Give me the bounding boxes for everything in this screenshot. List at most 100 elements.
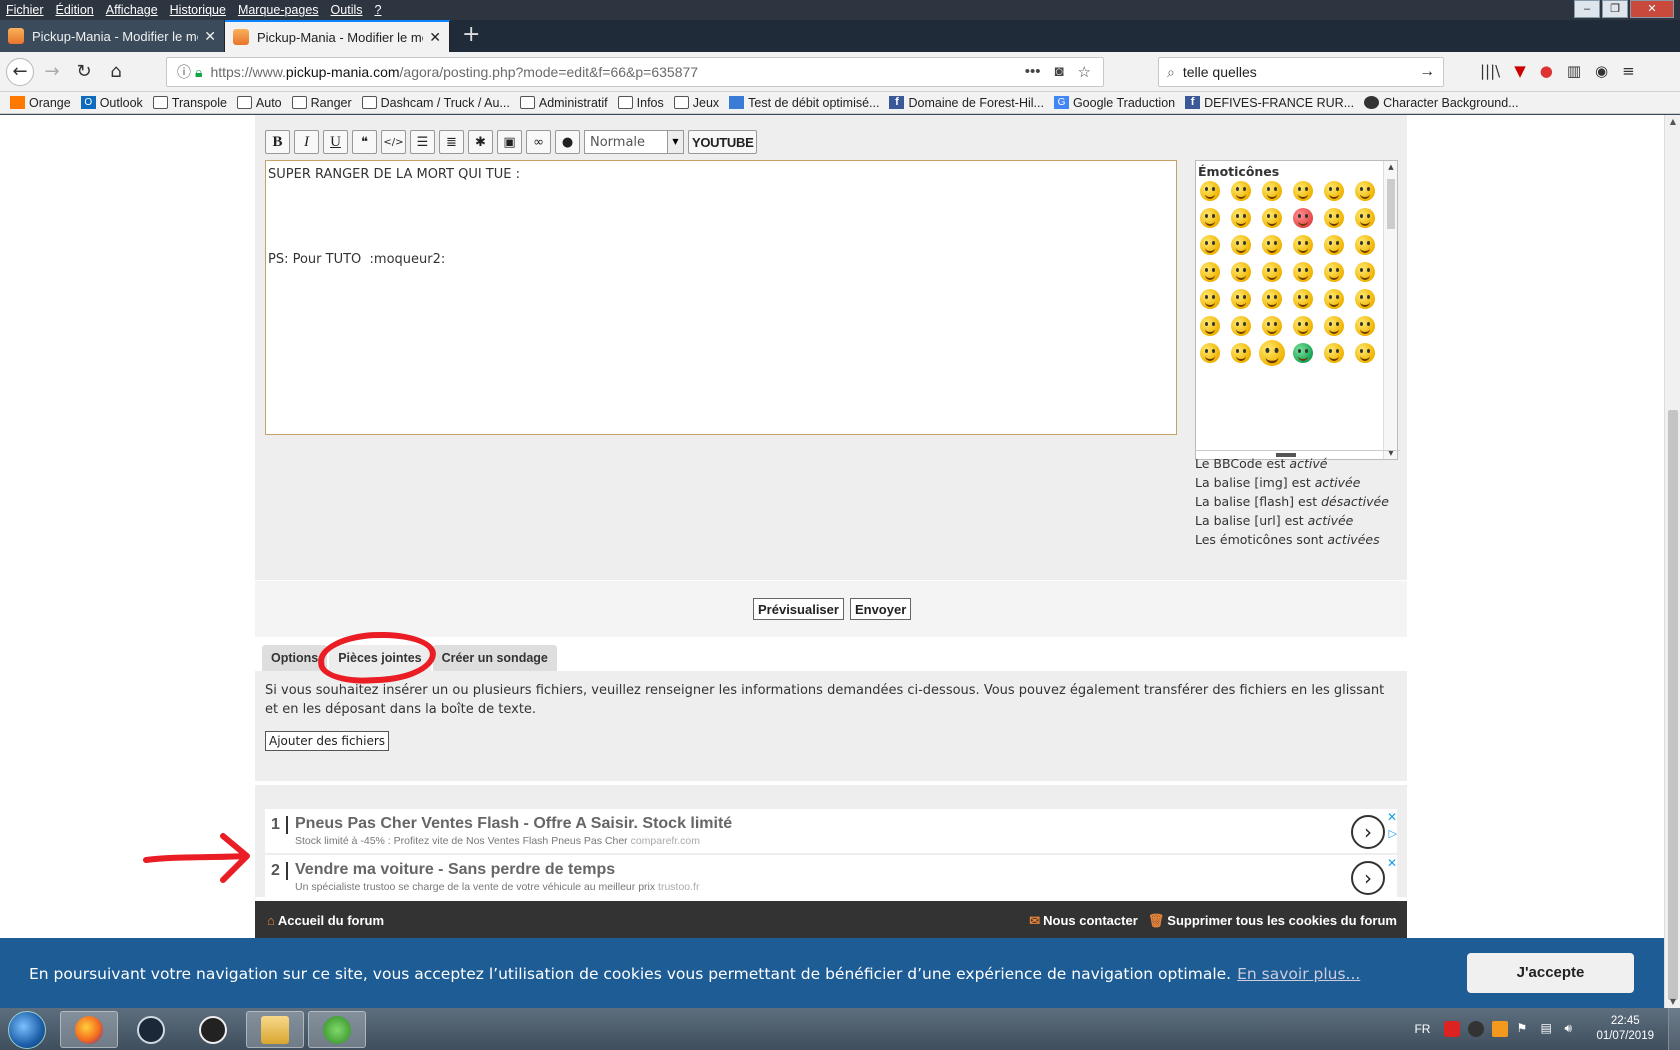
emoticons-scrollbar[interactable]: ▲ ▼	[1383, 161, 1397, 459]
bookmark-item[interactable]: Transpole	[152, 96, 227, 110]
emoticon-icon[interactable]	[1262, 262, 1282, 282]
emoticon-icon[interactable]	[1293, 262, 1313, 282]
accept-cookies-button[interactable]: J'accepte	[1467, 953, 1634, 993]
bookmark-item[interactable]: Ranger	[291, 96, 352, 110]
emoticon-icon[interactable]	[1355, 208, 1375, 228]
menu-help[interactable]: ?	[369, 3, 388, 17]
scroll-thumb[interactable]	[1387, 179, 1395, 229]
taskbar-explorer[interactable]	[246, 1011, 304, 1048]
emoticon-icon[interactable]	[1324, 262, 1344, 282]
send-button[interactable]: Envoyer	[849, 598, 912, 620]
bookmark-item[interactable]: Test de débit optimisé...	[729, 96, 879, 110]
bookmark-star-icon[interactable]: ☆	[1078, 63, 1091, 81]
emoticon-icon[interactable]	[1355, 181, 1375, 201]
emoticon-icon[interactable]	[1324, 235, 1344, 255]
emoticon-icon[interactable]	[1293, 343, 1313, 363]
emoticon-icon[interactable]	[1200, 181, 1220, 201]
emoticon-icon[interactable]	[1262, 289, 1282, 309]
emoticon-icon[interactable]	[1324, 208, 1344, 228]
message-textarea[interactable]: SUPER RANGER DE LA MORT QUI TUE : PS: Po…	[265, 160, 1177, 435]
ad-go-arrow-icon[interactable]: ›	[1351, 861, 1385, 895]
emoticon-icon[interactable]	[1231, 343, 1251, 363]
bookmark-item[interactable]: Orange	[10, 96, 71, 110]
emoticon-icon[interactable]	[1355, 262, 1375, 282]
emoticon-icon[interactable]	[1231, 235, 1251, 255]
quote-icon[interactable]: ❝	[352, 130, 377, 154]
taskbar-app[interactable]	[184, 1011, 242, 1048]
bold-button[interactable]: B	[265, 130, 290, 154]
emoticon-icon[interactable]	[1200, 343, 1220, 363]
library-icon[interactable]: |||\	[1480, 62, 1500, 80]
link-icon[interactable]: ∞	[526, 130, 551, 154]
search-input[interactable]: telle quelles	[1183, 64, 1419, 80]
page-scrollbar[interactable]: ▲ ▼	[1664, 115, 1680, 1008]
minimize-icon[interactable]: –	[1574, 0, 1600, 18]
tab-close-icon[interactable]: ✕	[429, 29, 441, 46]
menu-marque-pages[interactable]: Marque-pages	[232, 3, 325, 17]
menu-edition[interactable]: Édition	[50, 3, 100, 17]
new-tab-button[interactable]: +	[450, 20, 492, 52]
emoticon-icon[interactable]	[1231, 181, 1251, 201]
scroll-up-icon[interactable]: ▲	[1665, 117, 1680, 126]
ad-item[interactable]: 1 Pneus Pas Cher Ventes Flash - Offre A …	[265, 809, 1397, 853]
g-hub-icon[interactable]	[1468, 1021, 1485, 1037]
bookmark-item[interactable]: Administratif	[519, 96, 608, 110]
color-drop-icon[interactable]: ●	[555, 130, 580, 154]
emoticon-icon[interactable]	[1231, 262, 1251, 282]
emoticon-icon[interactable]	[1324, 181, 1344, 201]
emoticon-icon[interactable]	[1262, 208, 1282, 228]
add-files-button[interactable]: Ajouter des fichiers	[265, 731, 390, 751]
go-arrow-icon[interactable]: →	[1419, 63, 1435, 81]
maximize-icon[interactable]: ❐	[1602, 0, 1628, 18]
italic-button[interactable]: I	[294, 130, 319, 154]
tab-create-poll[interactable]: Créer un sondage	[432, 645, 557, 671]
emoticon-icon[interactable]	[1200, 208, 1220, 228]
forward-icon[interactable]: →	[38, 58, 66, 86]
emoticon-icon[interactable]	[1200, 262, 1220, 282]
emoticon-icon[interactable]	[1324, 343, 1344, 363]
extension-m-icon[interactable]: ●	[1540, 62, 1553, 80]
youtube-button[interactable]: YOUTUBE	[688, 130, 758, 154]
taskbar-steam[interactable]	[122, 1011, 180, 1048]
hamburger-menu-icon[interactable]: ≡	[1622, 62, 1635, 80]
emoticon-icon[interactable]	[1293, 235, 1313, 255]
ad-title[interactable]: Pneus Pas Cher Ventes Flash - Offre A Sa…	[295, 815, 732, 833]
image-icon[interactable]: ▣	[497, 130, 522, 154]
emoticon-icon[interactable]	[1355, 289, 1375, 309]
scroll-thumb[interactable]	[1668, 410, 1678, 1000]
font-size-select[interactable]: Normale ▼	[584, 130, 684, 154]
emoticon-icon[interactable]	[1262, 181, 1282, 201]
emoticon-icon[interactable]	[1293, 208, 1313, 228]
taskbar-solitaire[interactable]	[308, 1011, 366, 1048]
browser-tab-2[interactable]: Pickup-Mania - Modifier le me ✕	[225, 20, 450, 52]
bookmark-item[interactable]: O Outlook	[80, 96, 143, 110]
menu-affichage[interactable]: Affichage	[100, 3, 164, 17]
emoticon-icon[interactable]	[1200, 235, 1220, 255]
ad-title[interactable]: Vendre ma voiture - Sans perdre de temps	[295, 861, 615, 879]
underline-button[interactable]: U	[323, 130, 348, 154]
account-icon[interactable]: ◉	[1595, 62, 1608, 80]
menu-outils[interactable]: Outils	[325, 3, 369, 17]
menu-fichier[interactable]: Fichier	[0, 3, 50, 17]
clock[interactable]: 22:45 01/07/2019	[1596, 1014, 1654, 1044]
ublock-icon[interactable]: ▼	[1514, 62, 1526, 80]
emoticon-icon[interactable]	[1293, 181, 1313, 201]
ad-item[interactable]: 2 Vendre ma voiture - Sans perdre de tem…	[265, 855, 1397, 899]
emoticon-icon[interactable]	[1355, 235, 1375, 255]
preview-button[interactable]: Prévisualiser	[753, 598, 844, 620]
tray-app-icon[interactable]	[1492, 1021, 1509, 1037]
emoticon-icon[interactable]	[1262, 235, 1282, 255]
show-desktop-button[interactable]	[1668, 1008, 1680, 1050]
start-button[interactable]	[8, 1011, 46, 1049]
taskbar-firefox[interactable]	[60, 1011, 118, 1048]
bookmark-item[interactable]: f DEFIVES-FRANCE RUR...	[1185, 96, 1354, 110]
pocket-icon[interactable]: ◙	[1054, 63, 1063, 81]
bookmark-item[interactable]: Jeux	[673, 96, 719, 110]
volume-icon[interactable]: 🔊︎	[1564, 1021, 1580, 1037]
info-icon[interactable]: ⓘ	[177, 62, 191, 82]
bookmark-item[interactable]: Infos	[617, 96, 664, 110]
code-icon[interactable]: </>	[381, 130, 406, 154]
emoticon-icon[interactable]	[1231, 316, 1251, 336]
bookmark-item[interactable]: G Google Traduction	[1053, 96, 1175, 110]
emoticon-icon[interactable]	[1231, 208, 1251, 228]
